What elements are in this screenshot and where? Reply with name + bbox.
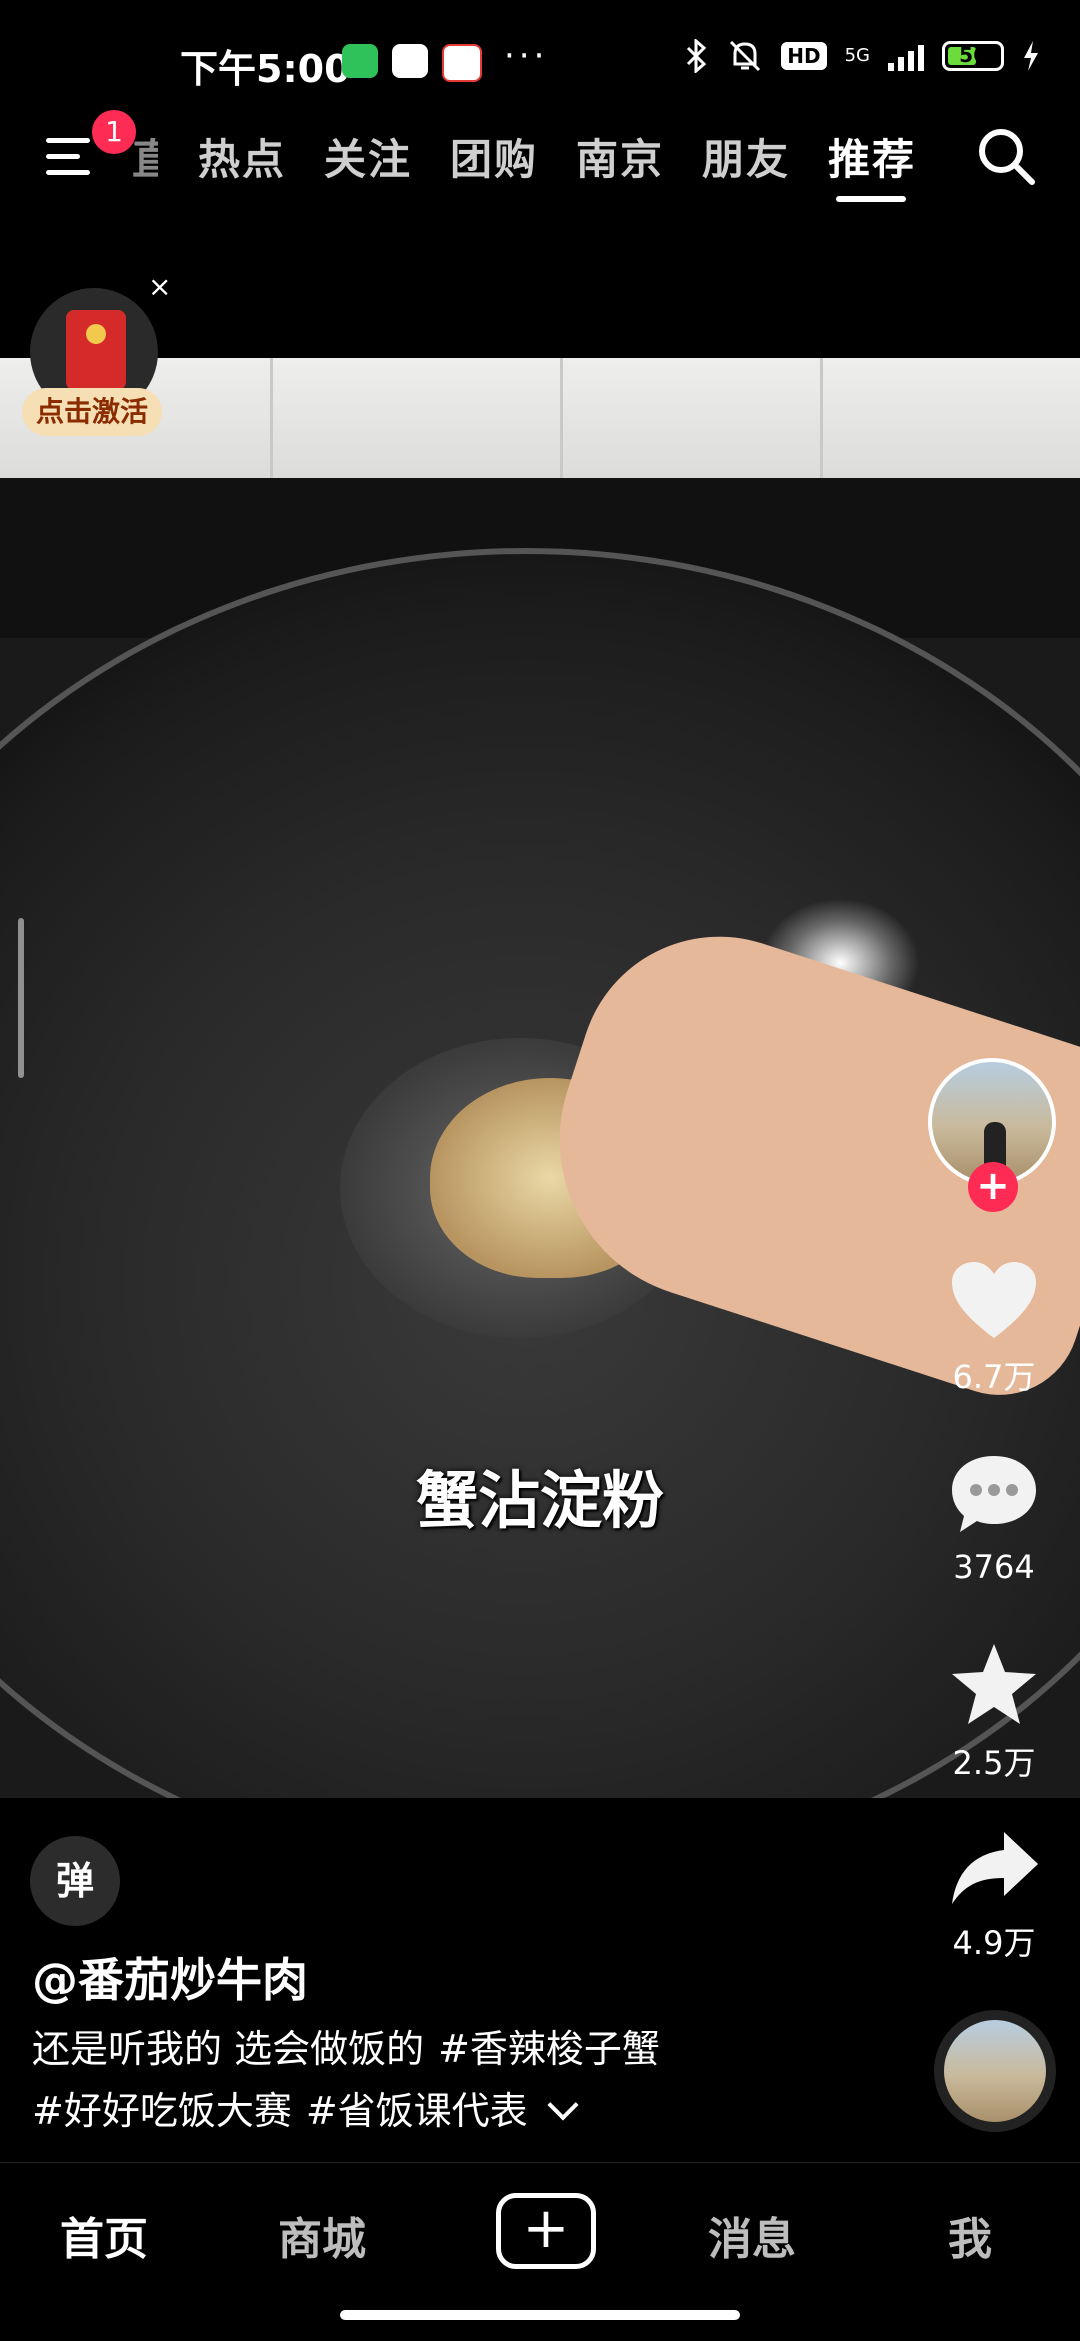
tab-group-buy[interactable]: 团购	[450, 126, 538, 187]
tab-home[interactable]: 首页	[60, 2203, 148, 2267]
hashtag[interactable]: #好好吃饭大赛	[32, 2089, 292, 2133]
bluetooth-icon	[687, 39, 707, 73]
menu-button[interactable]	[46, 132, 96, 182]
video-subtitle: 蟹沾淀粉	[415, 1464, 664, 1537]
comment-button[interactable]: 3764	[928, 1450, 1060, 1586]
signal-icon	[888, 41, 924, 71]
wall-tiles	[0, 358, 1080, 478]
follow-button[interactable]: +	[968, 1162, 1018, 1212]
charging-icon	[1024, 41, 1038, 71]
top-nav: 1 直 热点 关注 团购 南京 朋友 推荐	[0, 110, 1080, 210]
green-app-icon	[342, 44, 378, 78]
tab-following[interactable]: 关注	[324, 126, 412, 187]
red-packet-widget[interactable]: 点击激活	[22, 288, 162, 448]
more-notifications-icon: ···	[504, 36, 549, 76]
tab-mall[interactable]: 商城	[278, 2203, 366, 2267]
star-icon	[952, 1644, 1036, 1724]
share-button[interactable]: 4.9万	[928, 1828, 1060, 1964]
search-icon[interactable]	[974, 124, 1038, 188]
like-button[interactable]: 6.7万	[928, 1258, 1060, 1398]
favorite-count: 2.5万	[952, 1744, 1036, 1782]
tab-friends[interactable]: 朋友	[702, 126, 790, 187]
share-arrow-icon	[952, 1832, 1038, 1904]
comment-icon	[952, 1456, 1036, 1532]
hashtag[interactable]: #香辣梭子蟹	[438, 2027, 660, 2071]
add-post-button[interactable]: +	[496, 2193, 596, 2269]
home-indicator[interactable]	[340, 2310, 740, 2320]
close-icon[interactable]: ×	[148, 270, 171, 303]
tab-partial[interactable]: 直	[132, 126, 158, 187]
tab-me[interactable]: 我	[948, 2203, 992, 2267]
music-disc[interactable]	[934, 2010, 1056, 2132]
comment-count: 3764	[953, 1548, 1035, 1586]
tab-recommended[interactable]: 推荐	[828, 126, 916, 187]
status-time: 下午5:00	[180, 47, 351, 91]
58-app-icon	[442, 44, 482, 82]
active-tab-indicator	[836, 196, 906, 202]
notification-badge: 1	[92, 110, 136, 154]
red-packet-label[interactable]: 点击激活	[22, 388, 162, 436]
chevron-down-icon[interactable]	[547, 2089, 579, 2121]
share-count: 4.9万	[952, 1924, 1036, 1962]
tab-nanjing[interactable]: 南京	[576, 126, 664, 187]
tab-messages[interactable]: 消息	[708, 2203, 796, 2267]
red-envelope-icon	[66, 310, 126, 390]
heart-icon	[952, 1262, 1036, 1338]
tab-hot[interactable]: 热点	[198, 126, 286, 187]
video-caption[interactable]: 还是听我的 选会做饭的 #香辣梭子蟹 #好好吃饭大赛 #省饭课代表	[32, 2018, 892, 2142]
danmu-button[interactable]: 弹	[30, 1836, 120, 1926]
battery-icon: 56	[942, 41, 1004, 71]
like-count: 6.7万	[952, 1358, 1036, 1396]
progress-hint	[18, 918, 24, 1078]
network-type-label: 5G	[844, 45, 870, 66]
cloud-app-icon	[392, 44, 428, 78]
status-bar: 下午5:00 ··· HD 5G 56	[0, 0, 1080, 120]
hashtag[interactable]: #省饭课代表	[306, 2089, 528, 2133]
bell-muted-icon	[730, 40, 761, 72]
favorite-button[interactable]: 2.5万	[928, 1640, 1060, 1784]
caption-text: 还是听我的 选会做饭的	[32, 2027, 425, 2071]
author-name[interactable]: @番茄炒牛肉	[32, 1944, 308, 2010]
hd-badge: HD	[781, 42, 827, 70]
battery-level: 56	[959, 43, 987, 67]
video-player[interactable]	[0, 358, 1080, 1798]
